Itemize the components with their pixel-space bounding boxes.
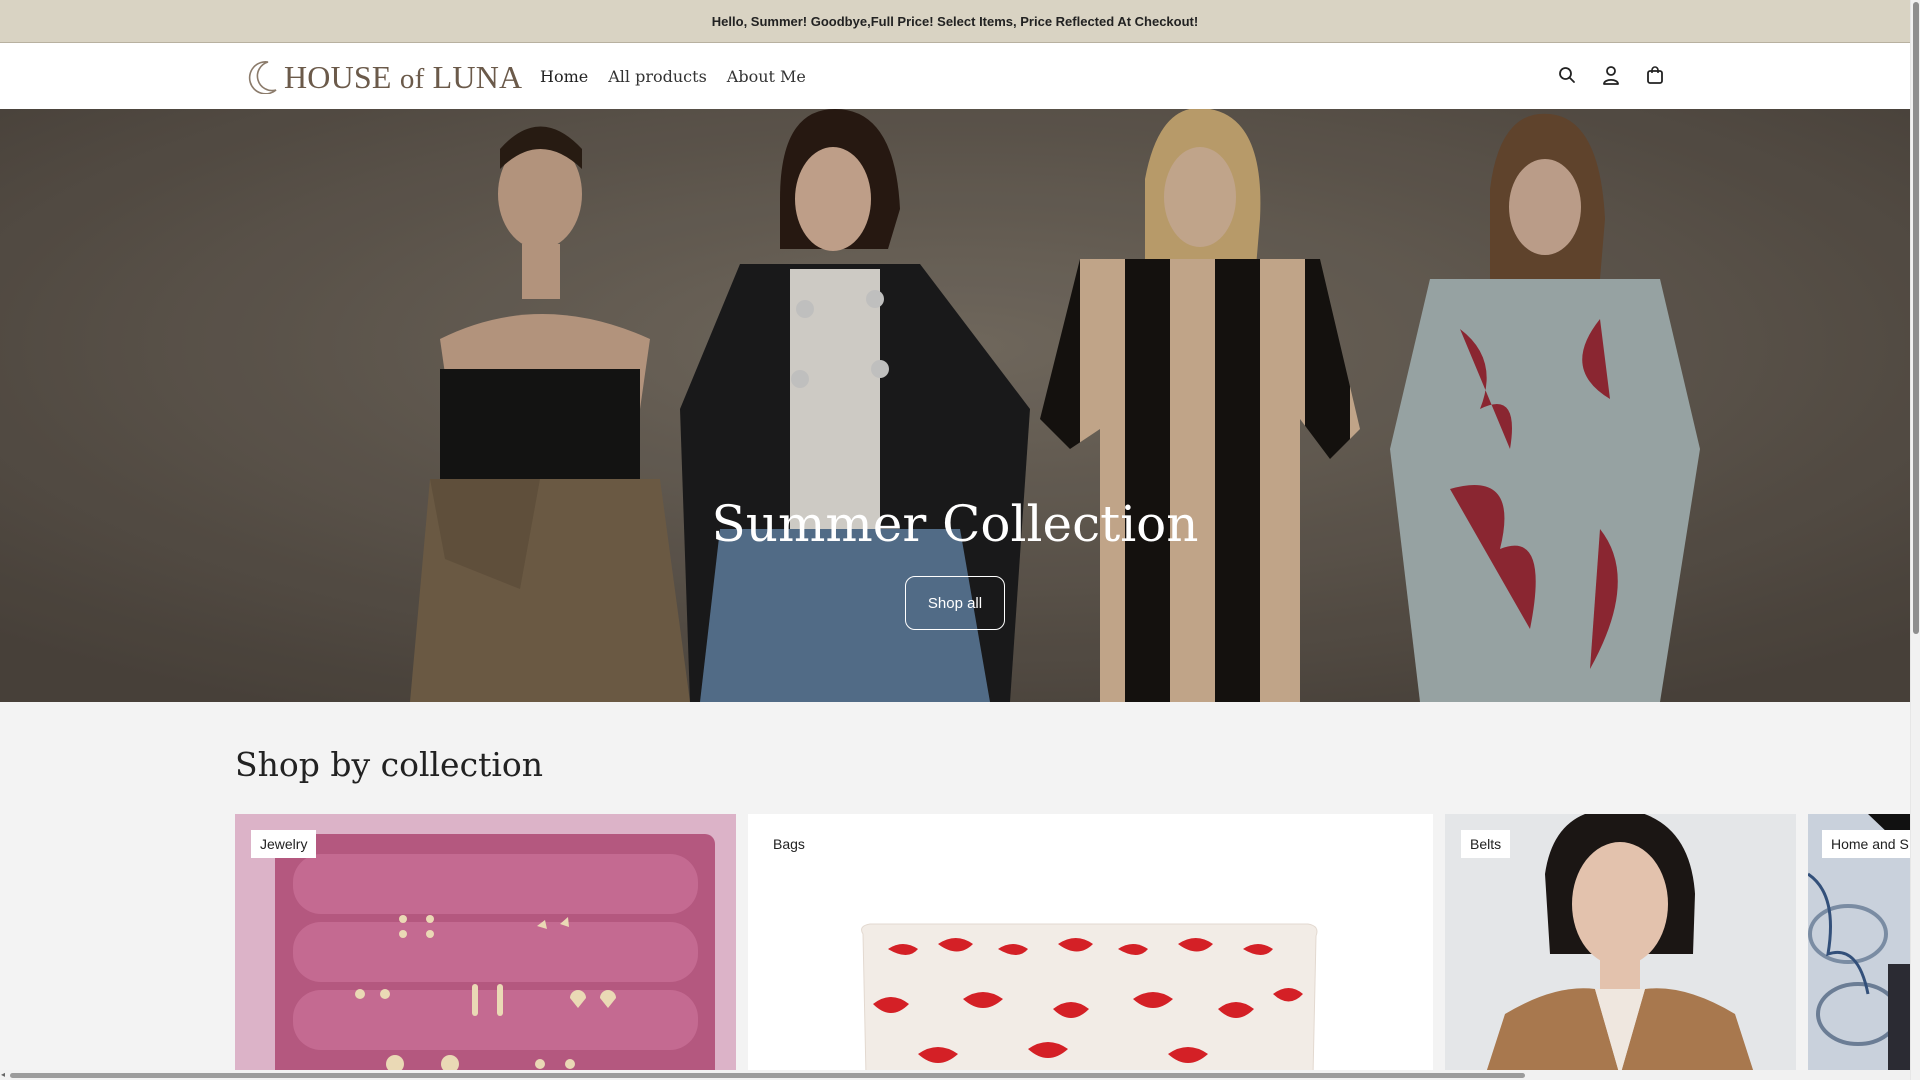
nav-all-products[interactable]: All products xyxy=(608,67,707,86)
logo-wordmark: HOUSE of LUNA xyxy=(284,58,523,95)
moon-logo-icon xyxy=(248,61,277,94)
beaded-clutch-image xyxy=(748,814,1433,1076)
main-nav: Home All products About Me xyxy=(540,43,806,109)
logo[interactable]: HOUSE of LUNA xyxy=(248,59,522,95)
vertical-scrollbar-thumb[interactable] xyxy=(1913,2,1919,634)
collection-label-home-and-s: Home and S xyxy=(1822,830,1910,858)
announcement-text: Hello, Summer! Goodbye,Full Price! Selec… xyxy=(711,13,1199,29)
scroll-left-arrow-icon[interactable]: ◂ xyxy=(1,1070,5,1079)
storefront-page: Hello, Summer! Goodbye,Full Price! Selec… xyxy=(0,0,1920,1080)
horizontal-scrollbar[interactable]: ◂ xyxy=(0,1070,1910,1080)
shop-all-button[interactable]: Shop all xyxy=(905,576,1005,630)
header-icons xyxy=(1556,63,1666,87)
collection-card-jewelry[interactable]: Jewelry xyxy=(235,814,736,1076)
vertical-scrollbar[interactable] xyxy=(1910,0,1920,1080)
horizontal-scrollbar-thumb[interactable] xyxy=(10,1073,1525,1078)
nav-home[interactable]: Home xyxy=(540,67,588,86)
announcement-bar: Hello, Summer! Goodbye,Full Price! Selec… xyxy=(0,0,1910,43)
search-icon[interactable] xyxy=(1556,63,1578,87)
hero-title: Summer Collection xyxy=(711,495,1199,553)
collection-card-belts[interactable]: Belts xyxy=(1445,814,1796,1076)
collection-label-bags: Bags xyxy=(773,836,805,852)
account-icon[interactable] xyxy=(1600,63,1622,87)
collection-card-bags[interactable]: Bags xyxy=(748,814,1433,1076)
cart-bag-icon[interactable] xyxy=(1644,63,1666,87)
site-header: HOUSE of LUNA Home All products About Me xyxy=(0,43,1910,109)
shop-by-collection-heading: Shop by collection xyxy=(235,745,544,784)
collection-label-belts: Belts xyxy=(1461,830,1511,858)
hero-banner: Summer Collection Shop all xyxy=(0,109,1910,702)
collection-label-jewelry: Jewelry xyxy=(251,830,317,858)
nav-about-me[interactable]: About Me xyxy=(727,67,806,86)
collection-card-home[interactable]: Home and S xyxy=(1808,814,1910,1076)
